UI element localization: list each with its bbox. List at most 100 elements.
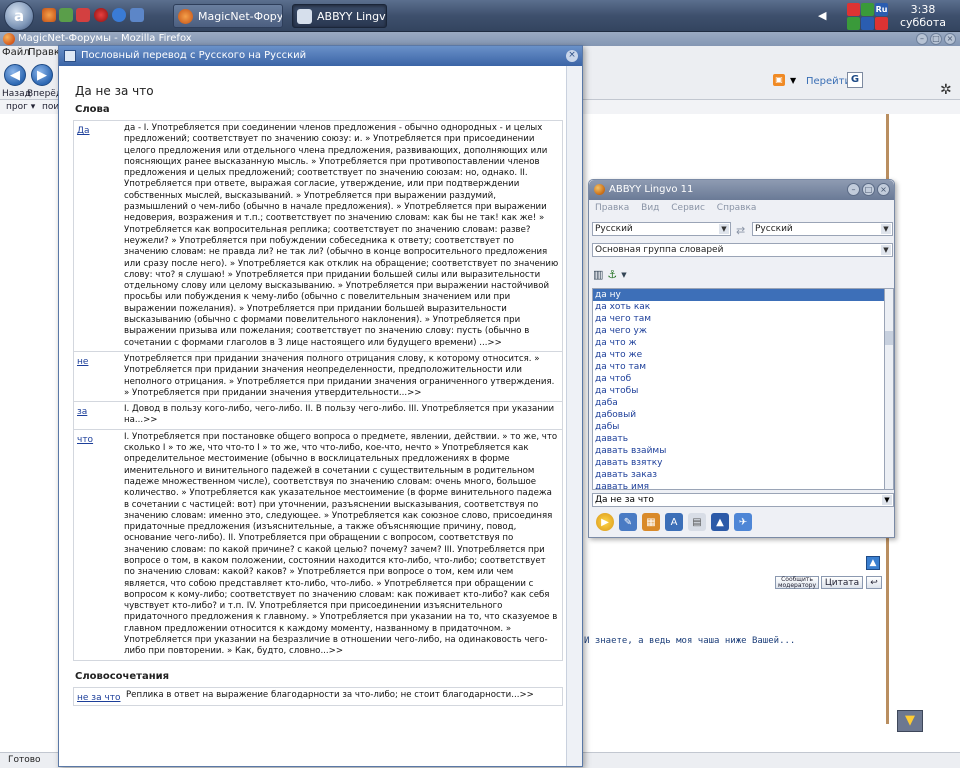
lingvo-toolbar: ▥ ⚓ ▼ <box>593 268 627 281</box>
menu-edit[interactable]: Правка <box>595 203 629 213</box>
go-button[interactable]: Перейти <box>806 76 851 87</box>
report-moderator-button[interactable]: Сообщить модератору <box>775 576 819 589</box>
list-item[interactable]: да хоть как <box>593 301 884 313</box>
lookup-input[interactable]: Да не за что ▼ <box>592 493 894 507</box>
scroll-bottom-icon[interactable]: ▼ <box>897 710 923 732</box>
pin-icon[interactable]: ✈ <box>734 513 752 531</box>
post-snippet: И знаете, а ведь моя чаша ниже Вашей... <box>584 636 796 646</box>
font-icon[interactable]: A <box>665 513 683 531</box>
menu-file[interactable]: Файл <box>2 47 30 58</box>
start-button[interactable]: a <box>4 1 34 31</box>
chevron-down-icon[interactable]: ▼ <box>790 76 796 85</box>
entry-word-link[interactable]: что <box>77 435 93 445</box>
search-engine-icon[interactable]: G <box>847 72 863 88</box>
tray-expand-icon[interactable]: ◀ <box>818 9 826 22</box>
tray-security-icon[interactable] <box>875 17 888 30</box>
lingvo-menubar: Правка Вид Сервис Справка <box>595 203 765 217</box>
list-item[interactable]: давать заказ <box>593 469 884 481</box>
taskbar-button-firefox[interactable]: MagicNet-Форум... <box>173 4 283 28</box>
list-item[interactable]: да что там <box>593 361 884 373</box>
tray-volume-icon[interactable] <box>861 17 874 30</box>
source-language-select[interactable]: Русский ▼ <box>592 222 731 236</box>
card-icon[interactable]: ▦ <box>642 513 660 531</box>
entry-word-link[interactable]: Да <box>77 126 90 136</box>
reply-icon[interactable]: ↩ <box>866 576 882 589</box>
list-item[interactable]: да чтобы <box>593 385 884 397</box>
list-item[interactable]: да что же <box>593 349 884 361</box>
chevron-down-icon: ▼ <box>719 224 729 234</box>
list-item[interactable]: да ну <box>593 289 884 301</box>
list-item[interactable]: давать имя <box>593 481 884 489</box>
lingvo-window-controls: – □ × <box>847 183 890 196</box>
entry-word-link[interactable]: не <box>77 357 88 367</box>
menu-view[interactable]: Вид <box>641 203 659 213</box>
list-item[interactable]: давать взаймы <box>593 445 884 457</box>
target-language-value: Русский <box>755 224 793 234</box>
headword-list[interactable]: да ну да хоть как да чего там да чего уж да … <box>592 288 885 490</box>
list-item[interactable]: да чтоб <box>593 373 884 385</box>
list-item[interactable]: дабовый <box>593 409 884 421</box>
back-button[interactable]: ◀ <box>4 64 26 86</box>
entry-word-link[interactable]: не за что <box>77 693 121 703</box>
gear-icon[interactable]: ✲ <box>940 82 952 98</box>
clock-time: 3:38 <box>910 3 936 16</box>
bookmark-item[interactable]: прог ▾ <box>6 102 35 112</box>
popup-scrollbar[interactable] <box>566 66 582 766</box>
quicklaunch-browser-icon[interactable] <box>112 8 126 22</box>
firefox-titlebar: MagicNet-Форумы - Mozilla Firefox – □ × <box>0 32 960 46</box>
tray-app-icon[interactable] <box>847 3 860 16</box>
minimize-icon[interactable]: – <box>847 183 860 196</box>
swap-languages-icon[interactable]: ⇄ <box>736 224 745 237</box>
clock-day: суббота <box>899 16 946 29</box>
quote-button[interactable]: Цитата <box>821 576 863 589</box>
tray-language-indicator[interactable]: Ru <box>875 3 888 16</box>
list-item[interactable]: даба <box>593 397 884 409</box>
tray-network-icon[interactable] <box>847 17 860 30</box>
clock[interactable]: 3:38 суббота <box>898 3 948 29</box>
quicklaunch-desktop-icon[interactable] <box>130 8 144 22</box>
book-icon[interactable]: ▥ <box>593 268 603 281</box>
taskbar-button-lingvo[interactable]: ABBYY Lingvo 11 <box>292 4 387 28</box>
document-icon[interactable]: ▤ <box>688 513 706 531</box>
dictionary-group-select[interactable]: Основная группа словарей ▼ <box>592 243 893 257</box>
translate-button[interactable]: ▶ <box>596 513 614 531</box>
maximize-icon[interactable]: □ <box>930 33 942 45</box>
menu-service[interactable]: Сервис <box>671 203 705 213</box>
list-item[interactable]: да что ж <box>593 337 884 349</box>
list-item[interactable]: давать взятку <box>593 457 884 469</box>
list-item[interactable]: да чего там <box>593 313 884 325</box>
list-item[interactable]: дабы <box>593 421 884 433</box>
forward-button[interactable]: ▶ <box>31 64 53 86</box>
quicklaunch-app-icon[interactable] <box>59 8 73 22</box>
menu-help[interactable]: Справка <box>717 203 757 213</box>
close-icon[interactable]: × <box>566 50 578 62</box>
firefox-title: MagicNet-Форумы - Mozilla Firefox <box>18 33 192 44</box>
lingvo-action-bar: ▶ ✎ ▦ A ▤ ▲ ✈ <box>596 513 752 531</box>
rss-icon[interactable]: ▣ <box>773 74 785 86</box>
quicklaunch-opera-icon[interactable] <box>94 8 108 22</box>
close-icon[interactable]: × <box>944 33 956 45</box>
quicklaunch-firefox-icon[interactable] <box>42 8 56 22</box>
quicklaunch-media-icon[interactable] <box>76 8 90 22</box>
list-item[interactable]: да чего уж <box>593 325 884 337</box>
close-icon[interactable]: × <box>877 183 890 196</box>
education-icon[interactable]: ▲ <box>711 513 729 531</box>
scroll-top-icon[interactable]: ▲ <box>866 556 880 570</box>
headword-list-scrollbar[interactable] <box>885 288 894 490</box>
maximize-icon[interactable]: □ <box>862 183 875 196</box>
minimize-icon[interactable]: – <box>916 33 928 45</box>
entry-word-link[interactable]: за <box>77 407 87 417</box>
table-row: за I. Довод в пользу кого-либо, чего-либ… <box>73 402 563 430</box>
chevron-down-icon: ▼ <box>882 495 892 505</box>
edit-icon[interactable]: ✎ <box>619 513 637 531</box>
list-item[interactable]: давать <box>593 433 884 445</box>
phrases-heading: Словосочетания <box>75 670 170 682</box>
entry-word-cell: не за что <box>74 688 126 705</box>
target-language-select[interactable]: Русский ▼ <box>752 222 893 236</box>
chevron-down-icon[interactable]: ▼ <box>621 271 626 279</box>
tray-update-icon[interactable] <box>861 3 874 16</box>
status-text: Готово <box>8 755 41 765</box>
scrollbar-thumb[interactable] <box>885 331 893 345</box>
entry-translation: I. Употребляется при постановке общего в… <box>124 431 558 657</box>
anchor-icon[interactable]: ⚓ <box>607 268 617 281</box>
